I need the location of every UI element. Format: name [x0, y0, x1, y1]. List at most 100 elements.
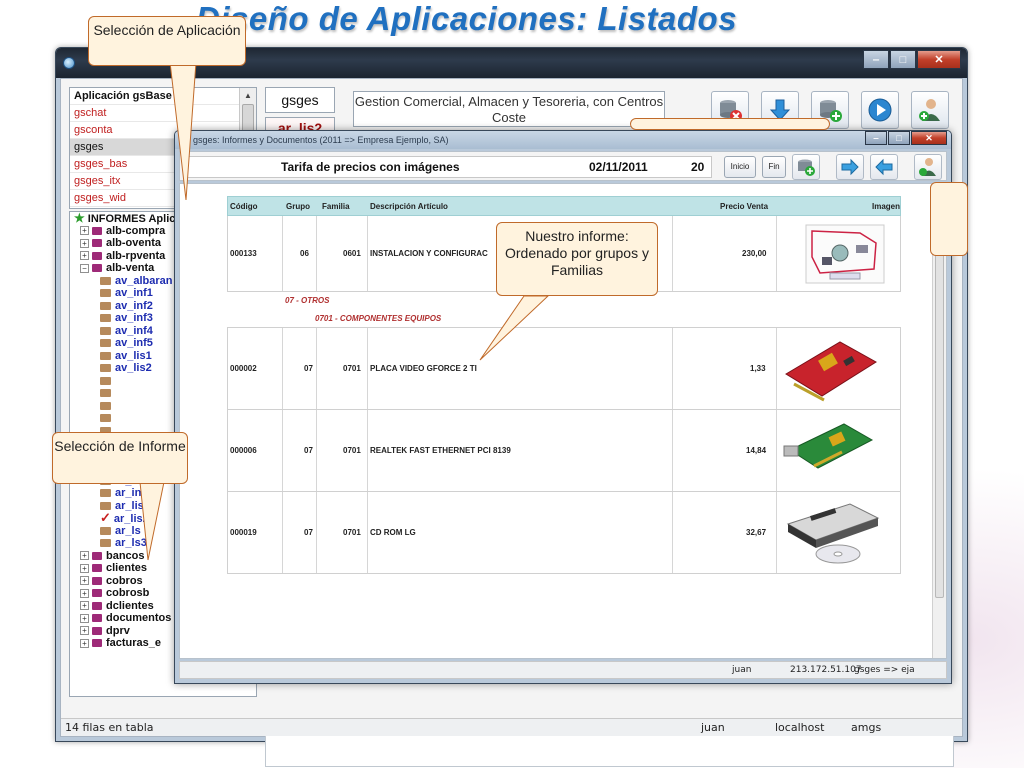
- cell-grupo: 07: [304, 528, 313, 537]
- expand-icon[interactable]: +: [80, 626, 89, 636]
- previous-button[interactable]: [870, 154, 898, 180]
- report-title: Tarifa de precios con imágenes: [281, 160, 460, 174]
- report-scroll-thumb[interactable]: [935, 198, 944, 598]
- folder-icon: [92, 614, 102, 623]
- report-minimize-button[interactable]: ‒: [865, 131, 887, 145]
- tree-node-label: av_albaran: [115, 274, 173, 287]
- cell-familia: 0701: [343, 364, 361, 373]
- report-icon: [100, 276, 111, 285]
- user-add-icon: [919, 158, 936, 176]
- folder-icon: [92, 239, 102, 248]
- cell-grupo: 07: [304, 446, 313, 455]
- expand-icon[interactable]: +: [80, 638, 89, 648]
- maximize-button[interactable]: □: [890, 50, 916, 69]
- report-icon: [100, 326, 111, 335]
- report-status-connection: gsges => eja: [854, 665, 915, 675]
- tree-node-label: av_inf4: [115, 324, 153, 337]
- cell-grupo: 07: [304, 364, 313, 373]
- expand-icon[interactable]: +: [80, 601, 89, 611]
- expand-icon[interactable]: +: [80, 238, 89, 248]
- tree-node-label: documentos: [106, 612, 172, 624]
- tree-node-label: ar_in: [115, 487, 142, 499]
- col-descripcion: Descripción Artículo: [370, 202, 448, 211]
- application-item-gschat[interactable]: gschat: [70, 105, 256, 122]
- report-icon: [100, 401, 111, 410]
- report-icon: [100, 351, 111, 360]
- col-grupo: Grupo: [286, 202, 310, 211]
- expand-icon[interactable]: +: [80, 613, 89, 623]
- tree-node-label: dclientes: [106, 599, 154, 612]
- cell-descripcion: CD ROM LG: [370, 528, 416, 537]
- table-row[interactable]: 000019 07 0701 CD ROM LG 32,67: [227, 492, 901, 574]
- folder-icon: [92, 601, 102, 610]
- report-icon: [100, 364, 111, 373]
- callout-background-right: [930, 182, 968, 256]
- cell-precio: 230,00: [742, 249, 767, 258]
- folder-icon: [92, 564, 102, 573]
- report-add-db-button[interactable]: [792, 154, 820, 180]
- col-imagen: Imagen: [872, 202, 901, 211]
- col-precio: Precio Venta: [720, 202, 769, 211]
- expand-icon[interactable]: +: [80, 588, 89, 598]
- cell-precio: 32,67: [746, 528, 767, 537]
- callout-report-selection: Selección de Informe: [52, 432, 188, 484]
- report-maximize-button[interactable]: □: [888, 131, 910, 145]
- tree-node-label: alb-compra: [106, 224, 166, 237]
- add-user-button[interactable]: [911, 91, 949, 129]
- minimize-button[interactable]: ‒: [863, 50, 889, 69]
- tree-node-label: ar_lis1: [115, 499, 150, 512]
- report-close-button[interactable]: ✕: [911, 131, 947, 145]
- family-heading: 0701 - COMPONENTES EQUIPOS: [227, 310, 901, 328]
- report-icon: [100, 539, 111, 548]
- expand-icon[interactable]: +: [80, 251, 89, 261]
- database-add-icon: [798, 159, 815, 176]
- folder-icon: [92, 576, 102, 585]
- report-icon: [100, 501, 111, 510]
- table-row[interactable]: 000006 07 0701 REALTEK FAST ETHERNET PCI…: [227, 410, 901, 492]
- report-icon: [100, 389, 111, 398]
- report-icon: [100, 526, 111, 535]
- app-icon: [63, 57, 75, 69]
- next-button[interactable]: [836, 154, 864, 180]
- expand-icon[interactable]: +: [80, 551, 89, 561]
- application-description: Gestion Comercial, Almacen y Tesoreria, …: [353, 91, 665, 127]
- folder-icon: [92, 639, 102, 648]
- report-status-bar: juan 213.172.51.107 gsges => eja: [179, 661, 947, 679]
- report-icon: [100, 301, 111, 310]
- report-titlebar[interactable]: gsges: Informes y Documentos (2011 => Em…: [175, 131, 951, 149]
- tree-node-label: av_inf2: [115, 299, 153, 312]
- cell-codigo: 000006: [230, 446, 257, 455]
- table-row[interactable]: 000002 07 0701 PLACA VIDEO GFORCE 2 TI 1…: [227, 328, 901, 410]
- tree-node-label: av_lis2: [115, 362, 152, 374]
- first-page-button[interactable]: Inicio: [724, 156, 756, 178]
- scroll-up-icon[interactable]: ▲: [240, 88, 256, 104]
- status-host: localhost: [775, 721, 825, 734]
- tree-node-label: av_inf3: [115, 312, 153, 324]
- report-user-button[interactable]: [914, 154, 942, 180]
- application-code-field[interactable]: gsges: [265, 87, 335, 113]
- expand-icon[interactable]: +: [80, 563, 89, 573]
- report-status-user: juan: [732, 665, 752, 675]
- report-icon: [100, 414, 111, 423]
- expand-icon[interactable]: +: [80, 226, 89, 236]
- cell-familia: 0701: [343, 528, 361, 537]
- report-header-bar: Tarifa de precios con imágenes 02/11/201…: [186, 156, 712, 178]
- last-page-button[interactable]: Fin: [762, 156, 786, 178]
- folder-icon: [92, 226, 102, 235]
- report-icon: [100, 339, 111, 348]
- folder-icon: [92, 264, 102, 273]
- tree-node-label: clientes: [106, 562, 147, 574]
- cell-familia: 0601: [343, 249, 361, 258]
- cell-descripcion: PLACA VIDEO GFORCE 2 TI: [370, 364, 477, 373]
- report-window: gsges: Informes y Documentos (2011 => Em…: [174, 130, 952, 684]
- close-button[interactable]: ✕: [917, 50, 961, 69]
- status-rows: 14 filas en tabla: [65, 721, 154, 734]
- tree-node-label: av_inf5: [115, 337, 153, 349]
- user-add-icon: [919, 99, 940, 121]
- tree-node-label: ar_ls: [115, 524, 141, 537]
- run-button[interactable]: [861, 91, 899, 129]
- report-count: 20: [691, 160, 705, 174]
- expand-icon[interactable]: +: [80, 576, 89, 586]
- arrow-right-icon: [841, 158, 859, 176]
- collapse-icon[interactable]: −: [80, 263, 89, 273]
